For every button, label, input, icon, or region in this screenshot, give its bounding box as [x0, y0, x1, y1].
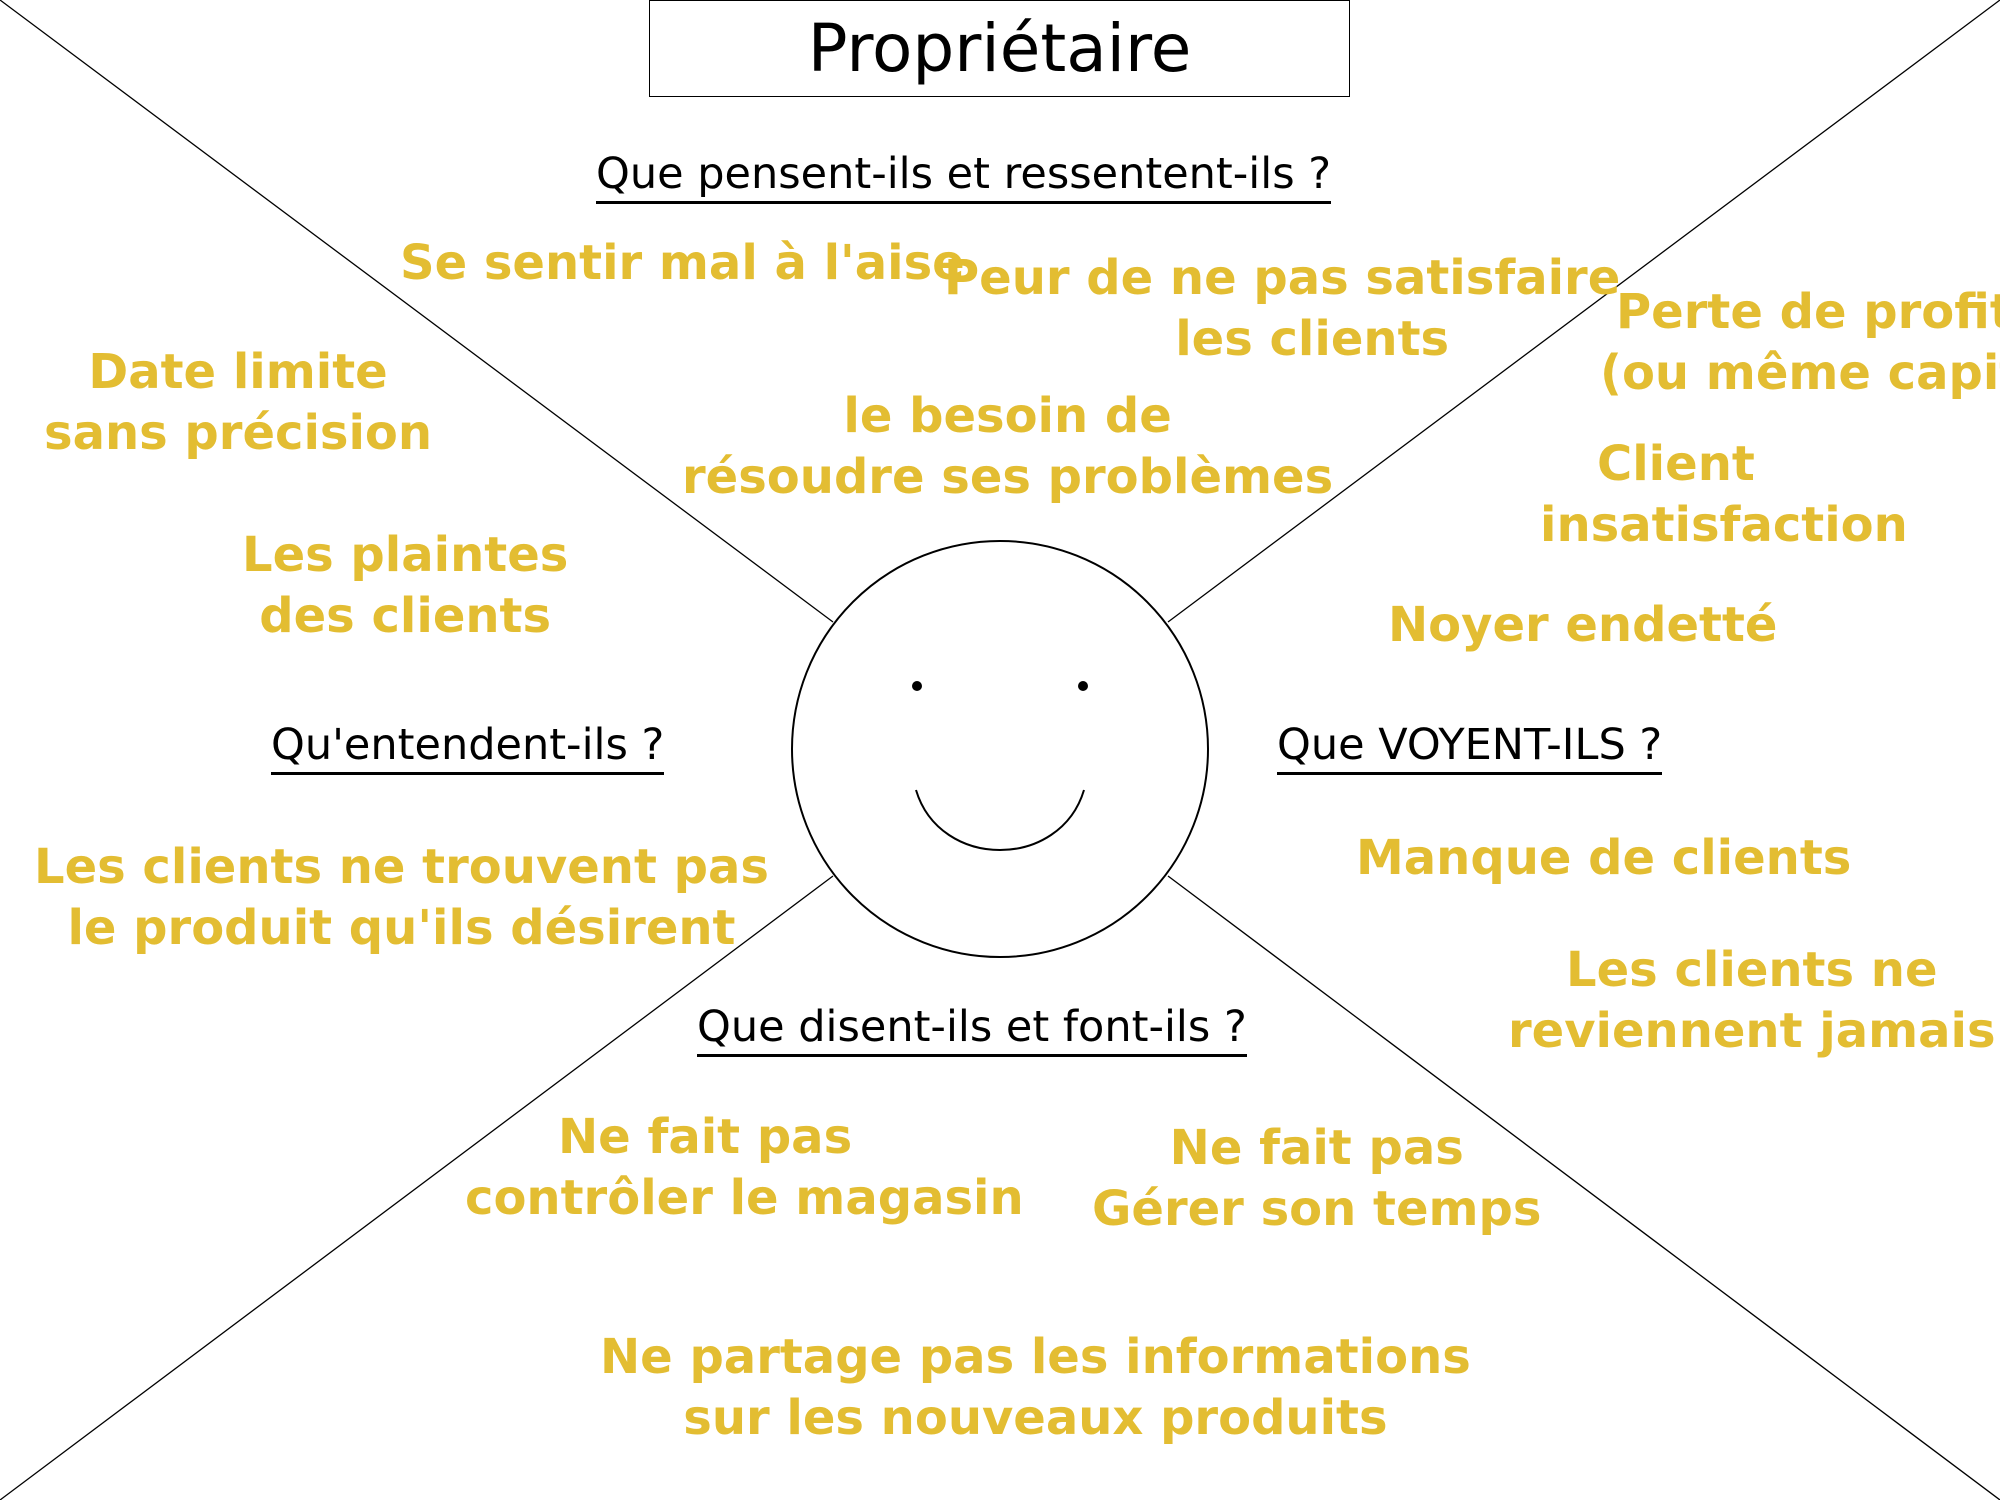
note-line: contrôler le magasin [465, 1170, 1024, 1226]
note-line: Les clients ne trouvent pas [34, 839, 769, 895]
smiley-face-icon [791, 540, 1209, 958]
note-line: Ne partage pas les informations [600, 1329, 1471, 1385]
note-line: Client [1597, 436, 1755, 492]
note-partage-informations: Ne partage pas les informations sur les … [600, 1327, 1471, 1449]
note-line: Perte de profit [1616, 284, 2000, 340]
note-plaintes: Les plaintes des clients [242, 525, 568, 647]
note-line: les clients [1175, 311, 1450, 367]
heading-see: Que VOYENT-ILS ? [1277, 720, 1663, 776]
note-line: Noyer endetté [1388, 597, 1778, 653]
note-line: reviennent jamais [1508, 1003, 1996, 1059]
note-date-limite: Date limite sans précision [44, 342, 432, 464]
note-mal-aise: Se sentir mal à l'aise [400, 233, 965, 294]
note-line: (ou même capita [1600, 345, 2000, 401]
note-client-insatisfaction: Client insatisfaction [1540, 434, 1908, 556]
note-line: insatisfaction [1540, 497, 1908, 553]
note-line: le besoin de [843, 388, 1172, 444]
note-line: Se sentir mal à l'aise [400, 235, 965, 291]
note-besoin: le besoin de résoudre ses problèmes [682, 386, 1333, 508]
note-line: Les clients ne [1566, 942, 1938, 998]
heading-hear: Qu'entendent-ils ? [271, 720, 665, 776]
note-noyer-endette: Noyer endetté [1388, 595, 1777, 656]
note-line: sans précision [44, 405, 433, 461]
note-line: Gérer son temps [1092, 1181, 1542, 1237]
note-perte-profit: Perte de profit (ou même capita [1600, 282, 2000, 404]
note-line: Manque de clients [1356, 830, 1852, 886]
note-produit-desire: Les clients ne trouvent pas le produit q… [34, 837, 769, 959]
note-line: Ne fait pas [558, 1109, 853, 1165]
note-manque-clients: Manque de clients [1356, 828, 1851, 889]
note-reviennent-jamais: Les clients ne reviennent jamais [1508, 940, 1996, 1062]
note-line: résoudre ses problèmes [682, 449, 1334, 505]
note-line: Peur de ne pas satisfaire [944, 250, 1621, 306]
note-line: des clients [259, 588, 552, 644]
heading-say-do: Que disent-ils et font-ils ? [697, 1002, 1247, 1058]
note-line: Ne fait pas [1169, 1120, 1464, 1176]
note-controler-magasin: Ne fait pas contrôler le magasin [465, 1107, 1024, 1229]
note-line: sur les nouveaux produits [683, 1390, 1388, 1446]
note-line: Les plaintes [242, 527, 569, 583]
note-line: le produit qu'ils désirent [67, 900, 736, 956]
persona-title: Propriétaire [649, 0, 1350, 97]
note-line: Date limite [88, 344, 388, 400]
note-peur-satisfaire: Peur de ne pas satisfaire les clients [944, 248, 1620, 370]
note-gerer-temps: Ne fait pas Gérer son temps [1092, 1118, 1541, 1240]
heading-think-feel: Que pensent-ils et ressentent-ils ? [596, 149, 1332, 205]
